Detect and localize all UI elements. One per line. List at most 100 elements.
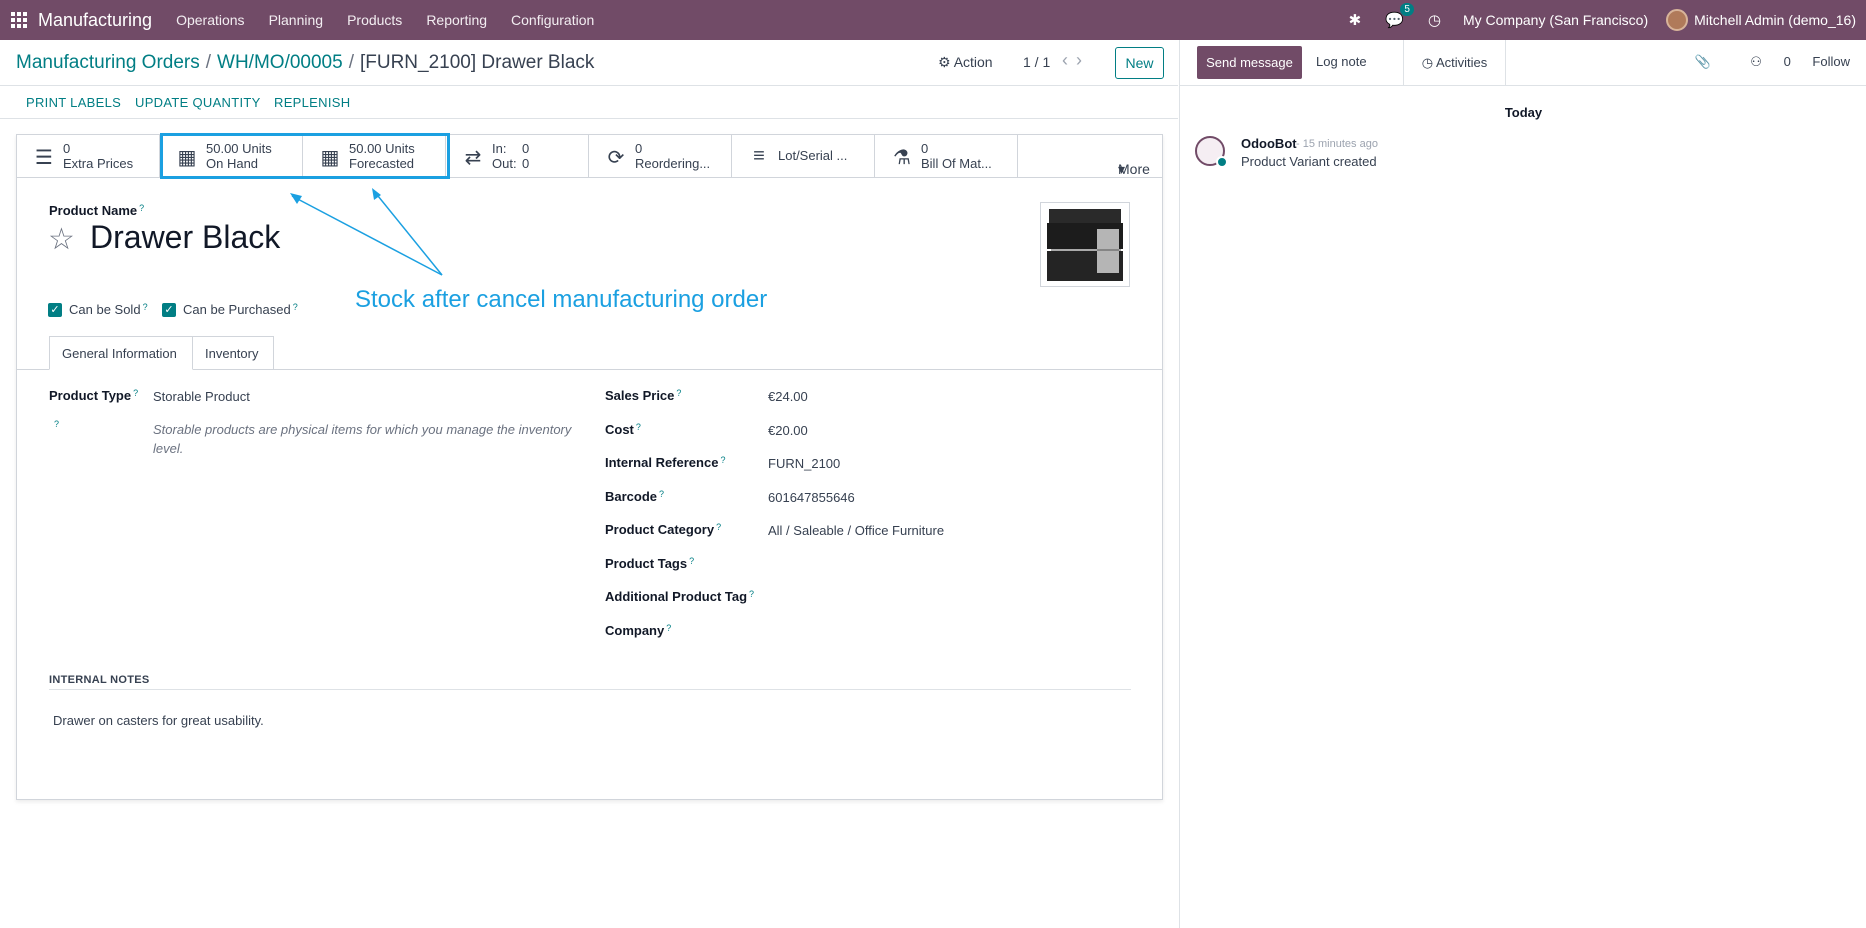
- annotation-text: Stock after cancel manufacturing order: [355, 286, 768, 313]
- product-type-help: Storable products are physical items for…: [153, 422, 572, 456]
- user-menu[interactable]: Mitchell Admin (demo_16): [1694, 12, 1856, 28]
- can-be-purchased-checkbox[interactable]: ✓: [162, 303, 176, 317]
- new-button[interactable]: New: [1115, 47, 1164, 79]
- activity-clock-icon[interactable]: ◷: [1428, 11, 1441, 29]
- top-navbar: Manufacturing Operations Planning Produc…: [0, 0, 1866, 40]
- annotation-arrows: [290, 188, 443, 276]
- breadcrumb-current: [FURN_2100] Drawer Black: [359, 52, 595, 73]
- more-button[interactable]: More ▾: [1018, 135, 1162, 177]
- sales-price-value[interactable]: €24.00: [768, 389, 808, 404]
- stock-highlight-box: [160, 133, 450, 179]
- pager-value[interactable]: 1 / 1: [1023, 54, 1050, 70]
- update-quantity-button[interactable]: UPDATE QUANTITY: [135, 95, 261, 110]
- gear-icon: ⚙: [938, 54, 951, 70]
- followers-count: 0: [1783, 54, 1791, 69]
- print-labels-button[interactable]: PRINT LABELS: [26, 95, 121, 110]
- internal-reference-label: Internal Reference?: [605, 455, 726, 470]
- action-bar: PRINT LABELS UPDATE QUANTITY REPLENISH: [0, 87, 1178, 119]
- product-name-label: Product Name?: [49, 203, 145, 218]
- refresh-icon: ⟳: [607, 147, 625, 169]
- in-label: In:: [492, 141, 507, 156]
- menu-operations[interactable]: Operations: [176, 12, 244, 28]
- can-be-purchased-label: Can be Purchased?: [183, 302, 298, 317]
- tab-inventory[interactable]: Inventory: [192, 336, 274, 370]
- product-image[interactable]: [1040, 202, 1130, 287]
- log-note-button[interactable]: Log note: [1316, 54, 1367, 69]
- caret-down-icon: ▾: [1118, 161, 1126, 177]
- paperclip-icon[interactable]: 📎: [1694, 54, 1710, 69]
- product-tags-label: Product Tags?: [605, 556, 695, 571]
- breadcrumb: Manufacturing Orders / WH/MO/00005/[FURN_2…: [16, 52, 595, 73]
- can-be-sold-checkbox[interactable]: ✓: [48, 303, 62, 317]
- chevron-right-icon[interactable]: ›: [1076, 50, 1090, 70]
- cost-value[interactable]: €20.00: [768, 423, 808, 438]
- chatter-panel: Send message Log note ◷ Activities 📎 ⚇ 0…: [1179, 40, 1866, 928]
- additional-product-tag-label: Additional Product Tag?: [605, 589, 755, 604]
- menu-planning[interactable]: Planning: [269, 12, 324, 28]
- menu-reporting[interactable]: Reporting: [426, 12, 487, 28]
- product-name[interactable]: Drawer Black: [90, 219, 280, 256]
- help-tooltip-icon[interactable]: ?: [54, 419, 59, 429]
- menu-configuration[interactable]: Configuration: [511, 12, 594, 28]
- breadcrumb-mo[interactable]: WH/MO/00005: [217, 52, 343, 73]
- notes-divider: [49, 689, 1131, 690]
- activities-button[interactable]: ◷ Activities: [1403, 40, 1506, 85]
- messages-count-badge: 5: [1400, 3, 1414, 16]
- sales-price-label: Sales Price?: [605, 388, 682, 403]
- reordering-value: 0: [635, 141, 643, 156]
- list-icon: ☰: [35, 147, 53, 169]
- activities-label: Activities: [1435, 55, 1488, 70]
- chevron-left-icon[interactable]: ‹: [1062, 50, 1076, 70]
- bom-label: Bill Of Mat...: [921, 156, 992, 171]
- reordering-button[interactable]: ⟳ 0 Reordering...: [589, 135, 732, 178]
- out-value: 0: [522, 156, 530, 171]
- reordering-label: Reordering...: [635, 156, 711, 171]
- barcode-label: Barcode?: [605, 489, 665, 504]
- internal-reference-value[interactable]: FURN_2100: [768, 456, 840, 471]
- internal-notes-text[interactable]: Drawer on casters for great usability.: [53, 713, 264, 728]
- action-menu[interactable]: ⚙ Action: [938, 54, 993, 71]
- internal-notes-header: INTERNAL NOTES: [49, 674, 150, 686]
- can-be-sold-label: Can be Sold?: [69, 302, 148, 317]
- extra-prices-value: 0: [63, 141, 71, 156]
- clock-icon: ◷: [1421, 55, 1434, 70]
- followers-button[interactable]: ⚇ 0: [1732, 54, 1791, 69]
- follow-button[interactable]: Follow: [1812, 54, 1850, 69]
- flask-icon: ⚗: [893, 147, 911, 169]
- product-category-value[interactable]: All / Saleable / Office Furniture: [768, 523, 944, 538]
- menu-products[interactable]: Products: [347, 12, 402, 28]
- out-label: Out:: [492, 156, 517, 171]
- in-out-button[interactable]: ⇄ In: 0 Out: 0: [446, 135, 589, 178]
- extra-prices-button[interactable]: ☰ 0 Extra Prices: [17, 135, 160, 178]
- favorite-star-icon[interactable]: ☆: [48, 222, 75, 257]
- heart-icon: [1216, 156, 1228, 168]
- send-message-button[interactable]: Send message: [1197, 46, 1302, 79]
- breadcrumb-root[interactable]: Manufacturing Orders: [16, 52, 200, 73]
- message-time: - 15 minutes ago: [1296, 138, 1378, 150]
- in-value: 0: [522, 141, 530, 156]
- chatter-divider: [1180, 85, 1866, 86]
- company-switcher[interactable]: My Company (San Francisco): [1463, 12, 1648, 28]
- message-author[interactable]: OdooBot: [1241, 136, 1297, 151]
- replenish-button[interactable]: REPLENISH: [274, 95, 350, 110]
- barcode-value[interactable]: 601647855646: [768, 490, 855, 505]
- apps-menu-icon[interactable]: [0, 0, 38, 40]
- app-brand[interactable]: Manufacturing: [38, 10, 152, 31]
- lot-serial-button[interactable]: ≡ Lot/Serial ...: [732, 135, 875, 178]
- control-panel: Manufacturing Orders / WH/MO/00005/[FURN_2…: [0, 40, 1178, 86]
- bug-icon[interactable]: ✱: [1349, 11, 1362, 29]
- bars-icon: ≡: [753, 145, 765, 167]
- bom-value: 0: [921, 141, 929, 156]
- message-body: Product Variant created: [1241, 154, 1377, 169]
- user-avatar[interactable]: [1666, 9, 1689, 31]
- bill-of-materials-button[interactable]: ⚗ 0 Bill Of Mat...: [875, 135, 1018, 178]
- messages-icon[interactable]: 💬 5: [1385, 3, 1414, 29]
- product-type-value[interactable]: Storable Product: [153, 389, 250, 404]
- pager-arrows: ‹›: [1062, 50, 1090, 71]
- product-category-label: Product Category?: [605, 522, 722, 537]
- company-label: Company?: [605, 623, 672, 638]
- help-tooltip-icon[interactable]: ?: [139, 203, 144, 213]
- tab-general-information[interactable]: General Information: [49, 336, 193, 370]
- date-separator: Today: [1504, 105, 1543, 120]
- extra-prices-label: Extra Prices: [63, 156, 134, 171]
